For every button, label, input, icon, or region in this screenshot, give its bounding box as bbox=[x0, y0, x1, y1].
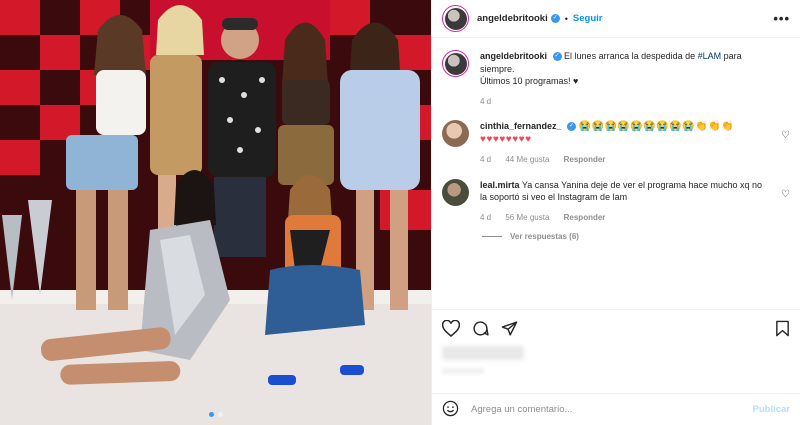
caption-avatar[interactable] bbox=[442, 50, 469, 77]
avatar[interactable] bbox=[442, 5, 469, 32]
comment-username[interactable]: leal.mirta bbox=[480, 180, 520, 190]
caption-text: El lunes arranca la despedida de bbox=[564, 51, 698, 61]
comment-hearts: ♥♥♥♥♥♥♥♥ bbox=[480, 133, 532, 145]
carousel-dot-active[interactable] bbox=[208, 412, 214, 417]
reply-button[interactable]: Responder bbox=[564, 155, 606, 164]
comment-item: leal.mirta Ya cansa Yanina deje de ver e… bbox=[442, 178, 790, 225]
heart-icon[interactable] bbox=[442, 320, 460, 337]
comment-input[interactable] bbox=[471, 404, 753, 415]
comment-time[interactable]: 4 d bbox=[480, 155, 491, 164]
carousel-dot[interactable] bbox=[217, 412, 223, 417]
heart-icon[interactable]: ♡ bbox=[781, 130, 790, 141]
comment-likes[interactable]: 44 Me gusta bbox=[505, 155, 549, 164]
view-replies-label: Ver respuestas (6) bbox=[510, 232, 579, 241]
comment-icon[interactable] bbox=[472, 320, 489, 337]
caption: angeldebritooki ✓ El lunes arranca la de… bbox=[442, 50, 790, 108]
comment-username[interactable]: cinthia_fernandez_ bbox=[480, 121, 562, 131]
photo-illustration bbox=[0, 0, 431, 425]
post-side-panel: angeldebritooki ✓ • Seguir ••• angeldebr… bbox=[431, 0, 800, 425]
action-bar bbox=[432, 309, 800, 337]
emoji-icon[interactable] bbox=[442, 400, 459, 419]
post-photo[interactable] bbox=[0, 0, 431, 425]
post-date-blurred bbox=[442, 368, 484, 374]
verified-icon: ✓ bbox=[567, 122, 577, 132]
heart-icon[interactable]: ♡ bbox=[781, 189, 790, 200]
verified-icon: ✓ bbox=[550, 14, 560, 23]
separator: • bbox=[564, 13, 568, 24]
more-icon[interactable]: ••• bbox=[773, 11, 790, 26]
caption-line-2: Últimos 10 programas! ♥ bbox=[480, 76, 579, 86]
share-icon[interactable] bbox=[501, 320, 518, 337]
carousel-indicator bbox=[0, 412, 431, 417]
comment-text: Ya cansa Yanina deje de ver el programa … bbox=[480, 179, 763, 203]
comments-list: angeldebritooki ✓ El lunes arranca la de… bbox=[432, 38, 800, 298]
caption-username[interactable]: angeldebritooki bbox=[480, 51, 547, 61]
publish-button[interactable]: Publicar bbox=[753, 404, 791, 415]
add-comment-bar: Publicar bbox=[432, 393, 800, 425]
post-username[interactable]: angeldebritooki bbox=[477, 13, 548, 24]
commenter-avatar[interactable] bbox=[442, 178, 469, 206]
comment-likes[interactable]: 56 Me gusta bbox=[505, 213, 549, 222]
comment-item: cinthia_fernandez_ ✓ 😭😭😭😭😭😭😭😭😭👏👏👏 ♥♥♥♥♥♥… bbox=[442, 120, 790, 167]
save-icon[interactable] bbox=[775, 320, 790, 337]
comment-time[interactable]: 4 d bbox=[480, 213, 491, 222]
commenter-avatar[interactable] bbox=[442, 120, 469, 147]
follow-button[interactable]: Seguir bbox=[573, 13, 603, 24]
reply-button[interactable]: Responder bbox=[564, 213, 606, 222]
view-replies-button[interactable]: Ver respuestas (6) bbox=[482, 232, 790, 241]
post-header: angeldebritooki ✓ • Seguir ••• bbox=[432, 0, 800, 38]
likes-count-blurred bbox=[442, 346, 524, 360]
verified-icon: ✓ bbox=[552, 52, 562, 62]
hashtag-link[interactable]: #LAM bbox=[698, 51, 722, 61]
caption-time[interactable]: 4 d bbox=[480, 97, 491, 106]
comment-emojis: 😭😭😭😭😭😭😭😭😭👏👏👏 bbox=[578, 121, 734, 132]
